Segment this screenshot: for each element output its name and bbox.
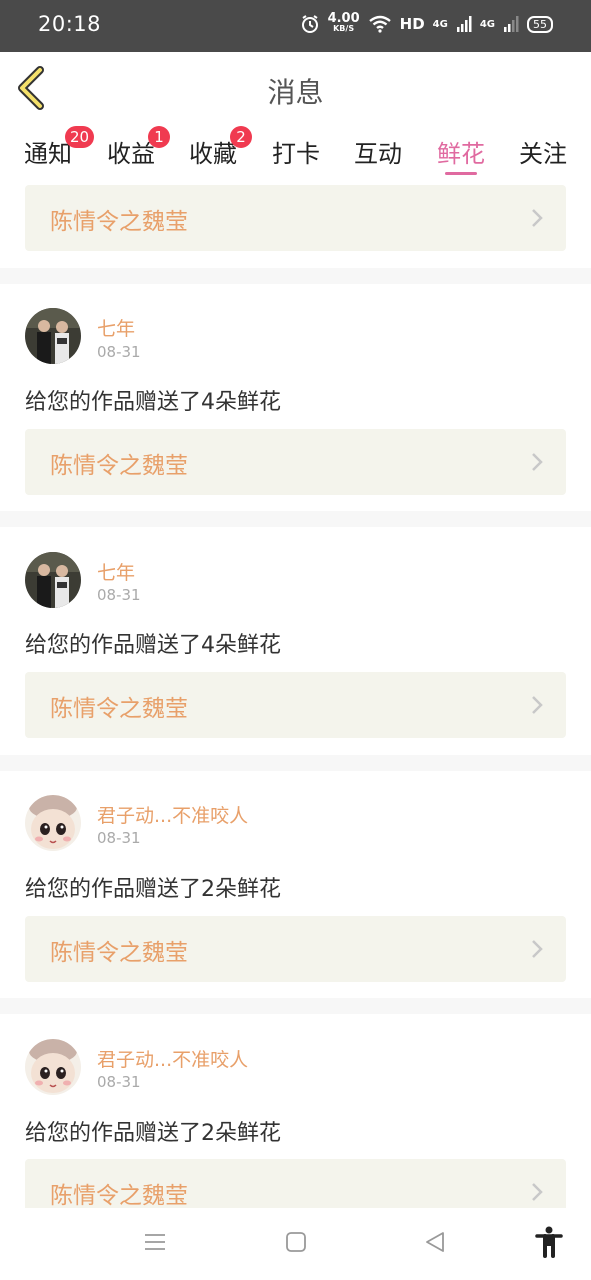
- signal-icon: [504, 16, 519, 32]
- message-date: 08-31: [97, 1073, 141, 1091]
- work-link[interactable]: 陈情令之魏莹: [25, 429, 566, 495]
- page-title: 消息: [267, 76, 324, 109]
- app-header: 消息: [0, 52, 591, 125]
- message-date: 08-31: [97, 586, 141, 604]
- divider: [0, 998, 591, 1014]
- tab-checkin[interactable]: 打卡: [272, 134, 320, 169]
- accessibility-icon[interactable]: [535, 1226, 563, 1258]
- signal-icon: [456, 16, 472, 32]
- notification-badge: 20: [65, 126, 95, 148]
- work-title: 陈情令之魏莹: [50, 453, 188, 479]
- tab-notifications[interactable]: 通知 20: [24, 126, 95, 169]
- earnings-badge: 1: [148, 126, 170, 148]
- work-title: 陈情令之魏莹: [50, 696, 188, 722]
- divider: [0, 755, 591, 771]
- tab-interaction[interactable]: 互动: [354, 134, 402, 169]
- user-name[interactable]: 七年: [97, 558, 135, 585]
- work-title: 陈情令之魏莹: [50, 940, 188, 966]
- menu-icon[interactable]: [143, 1230, 167, 1254]
- user-name[interactable]: 七年: [97, 314, 135, 341]
- message-text: 给您的作品赠送了2朵鲜花: [25, 877, 281, 902]
- chevron-right-icon: [532, 1183, 543, 1201]
- status-bar: 20:18 4.00 KB/S HD 4G 4G 55: [0, 0, 591, 52]
- network-4g-a: 4G: [432, 18, 448, 30]
- chevron-right-icon: [532, 453, 543, 471]
- work-link[interactable]: 陈情令之魏莹: [25, 1159, 566, 1208]
- message-list: 陈情令之魏莹 七年 08-31 给您的作品赠送了4朵鲜花 陈情令之魏莹 七年 0…: [0, 180, 591, 1208]
- status-time: 20:18: [38, 12, 102, 36]
- work-link[interactable]: 陈情令之魏莹: [25, 672, 566, 738]
- tab-label: 收益: [107, 140, 155, 168]
- battery-icon: 55: [527, 15, 553, 33]
- tab-label: 鲜花: [437, 140, 485, 168]
- user-name[interactable]: 君子动...不准咬人: [97, 801, 248, 828]
- tab-label: 打卡: [272, 140, 320, 168]
- tab-follow[interactable]: 关注: [519, 134, 567, 169]
- hd-indicator: HD: [399, 15, 425, 33]
- alarm-icon: [301, 15, 318, 33]
- work-link[interactable]: 陈情令之魏莹: [25, 185, 566, 251]
- avatar[interactable]: [25, 1039, 81, 1095]
- user-name[interactable]: 君子动...不准咬人: [97, 1045, 248, 1072]
- avatar[interactable]: [25, 308, 81, 364]
- tab-earnings[interactable]: 收益 1: [107, 126, 170, 169]
- system-nav-bar: [0, 1208, 591, 1280]
- message-date: 08-31: [97, 343, 141, 361]
- tab-flowers[interactable]: 鲜花: [437, 134, 485, 169]
- net-speed: 4.00 KB/S: [327, 11, 360, 33]
- avatar[interactable]: [25, 552, 81, 608]
- work-link[interactable]: 陈情令之魏莹: [25, 916, 566, 982]
- divider: [0, 268, 591, 284]
- message-text: 给您的作品赠送了4朵鲜花: [25, 633, 281, 658]
- work-title: 陈情令之魏莹: [50, 209, 188, 235]
- network-4g-b: 4G: [479, 18, 495, 30]
- chevron-right-icon: [532, 696, 543, 714]
- home-icon[interactable]: [284, 1230, 308, 1254]
- chevron-right-icon: [532, 940, 543, 958]
- chevron-right-icon: [532, 209, 543, 227]
- back-icon[interactable]: [423, 1230, 447, 1254]
- tab-bar: 通知 20 收益 1 收藏 2 打卡 互动 鲜花 关注: [0, 124, 591, 180]
- tab-label: 互动: [354, 140, 402, 168]
- work-title: 陈情令之魏莹: [50, 1183, 188, 1208]
- favorites-badge: 2: [230, 126, 252, 148]
- tab-favorites[interactable]: 收藏 2: [189, 126, 252, 169]
- tab-label: 收藏: [189, 140, 237, 168]
- divider: [0, 511, 591, 527]
- message-text: 给您的作品赠送了4朵鲜花: [25, 390, 281, 415]
- avatar[interactable]: [25, 795, 81, 851]
- message-date: 08-31: [97, 829, 141, 847]
- status-icons: 4.00 KB/S HD 4G 4G 55: [300, 11, 553, 34]
- wifi-icon: [368, 15, 391, 33]
- message-text: 给您的作品赠送了2朵鲜花: [25, 1121, 281, 1146]
- tab-label: 关注: [519, 140, 567, 168]
- active-tab-indicator: [445, 172, 477, 175]
- tab-label: 通知: [24, 140, 72, 168]
